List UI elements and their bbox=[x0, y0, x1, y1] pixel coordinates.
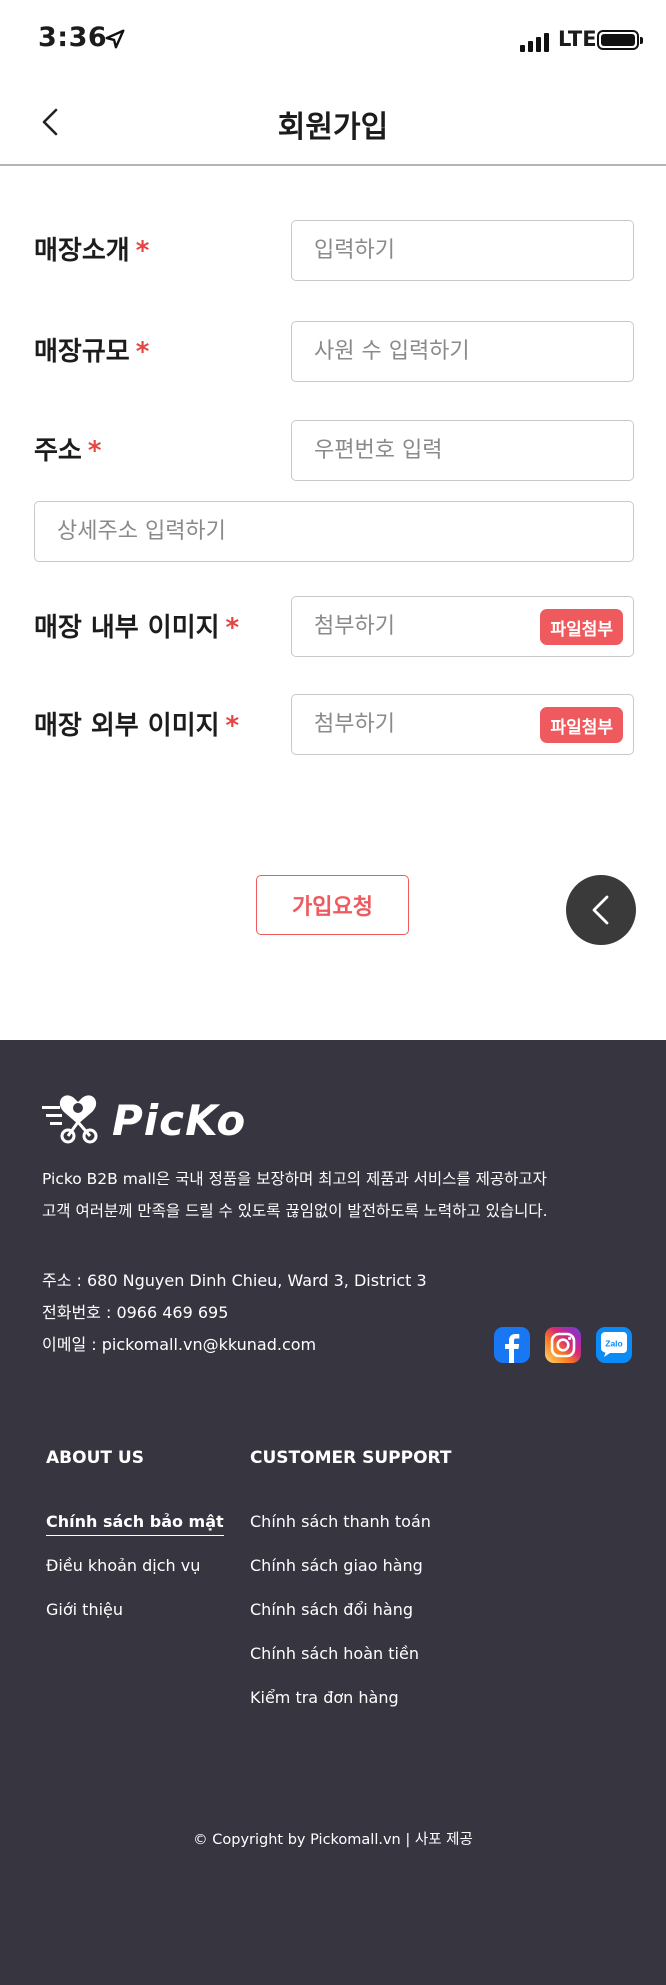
exterior-image-field[interactable]: 파일첨부 bbox=[291, 694, 634, 755]
intro-line: 고객 여러분께 만족을 드릴 수 있도록 끊임없이 발전하도록 노력하고 있습니… bbox=[42, 1202, 548, 1220]
intro-line: Picko B2B mall은 국내 정품을 보장하며 최고의 제품과 서비스를… bbox=[42, 1170, 547, 1188]
required-mark: * bbox=[225, 711, 240, 741]
store-intro-input[interactable] bbox=[292, 221, 633, 280]
page-title: 회원가입 bbox=[277, 110, 389, 145]
required-mark: * bbox=[135, 337, 150, 367]
about-us-title: ABOUT US bbox=[46, 1448, 144, 1468]
exterior-attach-button[interactable]: 파일첨부 bbox=[540, 707, 623, 743]
floating-back-button[interactable] bbox=[566, 875, 636, 945]
status-time: 3:36 bbox=[38, 22, 108, 53]
header: 회원가입 bbox=[0, 80, 666, 166]
footer-link-exchange-policy[interactable]: Chính sách đổi hàng bbox=[250, 1598, 431, 1642]
interior-image-label: 매장 내부 이미지 * bbox=[34, 613, 240, 643]
footer-link-privacy-policy[interactable]: Chính sách bảo mật bbox=[46, 1510, 224, 1554]
interior-image-field[interactable]: 파일첨부 bbox=[291, 596, 634, 657]
status-bar: 3:36 LTE bbox=[0, 0, 666, 80]
location-arrow-icon bbox=[105, 29, 125, 49]
store-size-input[interactable] bbox=[292, 322, 633, 381]
picko-logo[interactable]: PicKo bbox=[42, 1092, 245, 1152]
logo-mark-icon bbox=[42, 1095, 98, 1144]
company-address: 주소 : 680 Nguyen Dinh Chieu, Ward 3, Dist… bbox=[42, 1271, 427, 1290]
instagram-icon bbox=[545, 1327, 581, 1363]
address-detail-input[interactable] bbox=[35, 502, 633, 561]
store-size-label: 매장규모 * bbox=[34, 337, 150, 367]
store-intro-field[interactable] bbox=[291, 220, 634, 281]
company-phone: 전화번호 : 0966 469 695 bbox=[42, 1303, 229, 1322]
signup-request-button[interactable]: 가입요청 bbox=[256, 875, 409, 935]
network-label: LTE bbox=[558, 27, 597, 51]
facebook-icon bbox=[494, 1327, 530, 1363]
exterior-image-label: 매장 외부 이미지 * bbox=[34, 711, 240, 741]
company-email: 이메일 : pickomall.vn@kkunad.com bbox=[42, 1335, 317, 1354]
footer-link-introduction[interactable]: Giới thiệu bbox=[46, 1598, 224, 1642]
logo-text: PicKo bbox=[112, 1096, 247, 1145]
company-intro: Picko B2B mall은 국내 정품을 보장하며 최고의 제품과 서비스를… bbox=[42, 1163, 642, 1227]
address-detail-field[interactable] bbox=[34, 501, 634, 562]
store-size-field[interactable] bbox=[291, 321, 634, 382]
facebook-link[interactable] bbox=[494, 1327, 530, 1363]
contact-info: 주소 : 680 Nguyen Dinh Chieu, Ward 3, Dist… bbox=[42, 1265, 427, 1361]
zalo-link[interactable]: Zalo bbox=[596, 1327, 632, 1363]
footer-link-order-check[interactable]: Kiểm tra đơn hàng bbox=[250, 1686, 431, 1730]
footer-link-shipping-policy[interactable]: Chính sách giao hàng bbox=[250, 1554, 431, 1598]
battery-icon bbox=[597, 30, 643, 50]
store-intro-label: 매장소개 * bbox=[34, 236, 150, 266]
instagram-link[interactable] bbox=[545, 1327, 581, 1363]
cellular-signal-icon bbox=[520, 32, 550, 52]
footer: PicKo Picko B2B mall은 국내 정품을 보장하며 최고의 제품… bbox=[0, 1040, 666, 1985]
address-label: 주소 * bbox=[34, 436, 102, 466]
postal-code-input[interactable] bbox=[292, 421, 633, 480]
about-us-links: Chính sách bảo mật Điều khoản dịch vụ Gi… bbox=[46, 1510, 224, 1642]
footer-link-terms-of-service[interactable]: Điều khoản dịch vụ bbox=[46, 1554, 224, 1598]
required-mark: * bbox=[135, 236, 150, 266]
copyright: © Copyright by Pickomall.vn | 사포 제공 bbox=[193, 1832, 473, 1848]
customer-support-links: Chính sách thanh toán Chính sách giao hà… bbox=[250, 1510, 431, 1730]
footer-link-refund-policy[interactable]: Chính sách hoàn tiền bbox=[250, 1642, 431, 1686]
customer-support-title: CUSTOMER SUPPORT bbox=[250, 1448, 452, 1468]
chevron-left-icon bbox=[592, 895, 609, 925]
required-mark: * bbox=[87, 436, 102, 466]
svg-text:Zalo: Zalo bbox=[605, 1339, 622, 1349]
zalo-icon: Zalo bbox=[596, 1327, 632, 1363]
footer-link-payment-policy[interactable]: Chính sách thanh toán bbox=[250, 1510, 431, 1554]
interior-attach-button[interactable]: 파일첨부 bbox=[540, 609, 623, 645]
required-mark: * bbox=[225, 613, 240, 643]
postal-code-field[interactable] bbox=[291, 420, 634, 481]
